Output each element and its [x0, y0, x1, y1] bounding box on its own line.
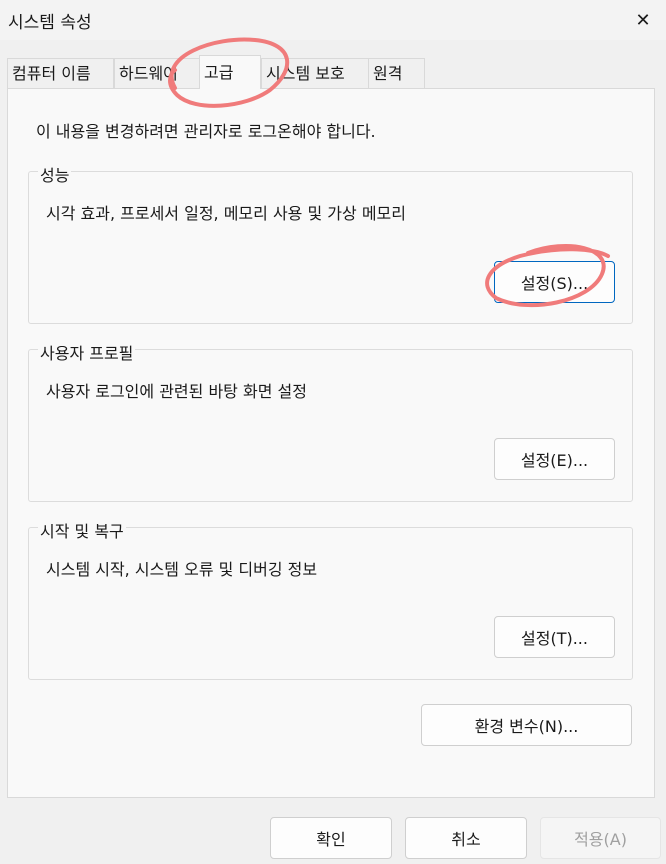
- performance-settings-button[interactable]: 설정(S)...: [494, 261, 615, 303]
- tab-remote[interactable]: 원격: [368, 58, 425, 88]
- user-profiles-settings-button[interactable]: 설정(E)...: [494, 438, 615, 480]
- cancel-button[interactable]: 취소: [405, 817, 527, 859]
- close-button[interactable]: ✕: [620, 0, 666, 40]
- window-title: 시스템 속성: [8, 13, 92, 33]
- tab-system-protection[interactable]: 시스템 보호: [261, 58, 369, 88]
- title-bar: 시스템 속성 ✕: [0, 0, 666, 40]
- startup-recovery-settings-button[interactable]: 설정(T)...: [494, 616, 615, 658]
- user-profiles-title: 사용자 프로필: [38, 340, 136, 364]
- tab-hardware[interactable]: 하드웨어: [114, 58, 200, 88]
- startup-recovery-title: 시작 및 복구: [38, 518, 126, 542]
- environment-variables-button[interactable]: 환경 변수(N)...: [421, 704, 632, 746]
- apply-button[interactable]: 적용(A): [540, 817, 661, 859]
- admin-notice: 이 내용을 변경하려면 관리자로 로그온해야 합니다.: [36, 122, 376, 141]
- tab-advanced[interactable]: 고급: [199, 55, 261, 89]
- performance-title: 성능: [38, 162, 72, 186]
- startup-recovery-description: 시스템 시작, 시스템 오류 및 디버깅 정보: [46, 560, 318, 579]
- performance-description: 시각 효과, 프로세서 일정, 메모리 사용 및 가상 메모리: [46, 204, 406, 223]
- tab-computer-name[interactable]: 컴퓨터 이름: [7, 58, 114, 88]
- user-profiles-description: 사용자 로그인에 관련된 바탕 화면 설정: [46, 382, 307, 401]
- close-icon: ✕: [635, 9, 651, 31]
- ok-button[interactable]: 확인: [270, 817, 392, 859]
